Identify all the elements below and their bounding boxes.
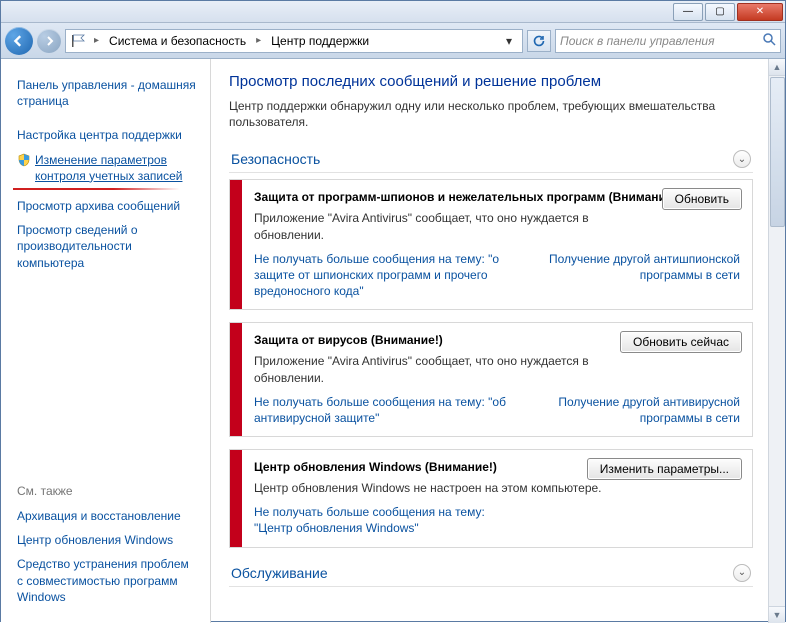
see-also-heading: См. также: [17, 484, 198, 498]
sidebar-item-label: Изменение параметров контроля учетных за…: [35, 152, 198, 184]
sidebar-link[interactable]: Просмотр архива сообщений: [13, 194, 198, 218]
page-title: Просмотр последних сообщений и решение п…: [229, 73, 753, 90]
section-label: Обслуживание: [231, 565, 328, 581]
address-bar: ▸ Система и безопасность ▸ Центр поддерж…: [1, 23, 785, 59]
refresh-icon: [532, 34, 546, 48]
scroll-up-button[interactable]: ▲: [769, 59, 785, 76]
dismiss-link[interactable]: Не получать больше сообщения на тему: "о…: [254, 251, 521, 300]
chevron-down-icon[interactable]: ⌄: [733, 150, 751, 168]
breadcrumb-item[interactable]: Система и безопасность: [105, 32, 250, 50]
alert-card: Защита от вирусов (Внимание!) Обновить с…: [229, 322, 753, 437]
alert-card: Защита от программ-шпионов и нежелательн…: [229, 179, 753, 310]
flag-icon: [70, 34, 88, 48]
breadcrumb-item[interactable]: Центр поддержки: [267, 32, 373, 50]
refresh-button[interactable]: [527, 30, 551, 52]
dismiss-link[interactable]: Не получать больше сообщения на тему: "о…: [254, 394, 521, 426]
search-placeholder: Поиск в панели управления: [560, 34, 715, 48]
close-button[interactable]: ✕: [737, 3, 783, 21]
arrow-right-icon: [44, 36, 54, 46]
scroll-down-button[interactable]: ▼: [769, 606, 785, 623]
sidebar: Панель управления - домашняя страница На…: [1, 59, 211, 623]
update-now-button[interactable]: Обновить сейчас: [620, 331, 742, 353]
severity-stripe: [230, 450, 242, 547]
sidebar-home-link[interactable]: Панель управления - домашняя страница: [13, 73, 198, 113]
content-area: Просмотр последних сообщений и решение п…: [211, 59, 785, 623]
update-button[interactable]: Обновить: [662, 188, 742, 210]
dismiss-link[interactable]: Не получать больше сообщения на тему: "Ц…: [254, 504, 521, 536]
shield-icon: [17, 153, 31, 167]
sidebar-link[interactable]: Просмотр сведений о производительности к…: [13, 218, 198, 275]
sidebar-link[interactable]: Настройка центра поддержки: [13, 123, 198, 147]
minimize-button[interactable]: —: [673, 3, 703, 21]
chevron-down-icon[interactable]: ⌄: [733, 564, 751, 582]
chevron-right-icon: ▸: [90, 35, 103, 46]
back-button[interactable]: [5, 27, 33, 55]
sidebar-link-uac[interactable]: Изменение параметров контроля учетных за…: [13, 148, 198, 188]
severity-stripe: [230, 323, 242, 436]
severity-stripe: [230, 180, 242, 309]
chevron-right-icon: ▸: [252, 35, 265, 46]
search-input[interactable]: Поиск в панели управления: [555, 29, 781, 53]
breadcrumb[interactable]: ▸ Система и безопасность ▸ Центр поддерж…: [65, 29, 523, 53]
section-label: Безопасность: [231, 151, 320, 167]
card-description: Центр обновления Windows не настроен на …: [254, 480, 740, 496]
window-titlebar: — ▢ ✕: [1, 1, 785, 23]
maximize-button[interactable]: ▢: [705, 3, 735, 21]
sidebar-seealso-link[interactable]: Центр обновления Windows: [13, 528, 198, 552]
breadcrumb-dropdown[interactable]: ▾: [500, 34, 518, 48]
alert-card: Центр обновления Windows (Внимание!) Изм…: [229, 449, 753, 548]
search-icon: [762, 32, 776, 49]
scroll-thumb[interactable]: [770, 77, 785, 227]
card-description: Приложение "Avira Antivirus" сообщает, ч…: [254, 353, 740, 385]
sidebar-seealso-link[interactable]: Архивация и восстановление: [13, 504, 198, 528]
forward-button[interactable]: [37, 29, 61, 53]
get-other-link[interactable]: Получение другой антивирусной программы …: [541, 394, 740, 426]
vertical-scrollbar[interactable]: ▲ ▼: [768, 59, 785, 623]
section-security-header[interactable]: Безопасность ⌄: [229, 146, 753, 173]
change-settings-button[interactable]: Изменить параметры...: [587, 458, 742, 480]
sidebar-seealso-link[interactable]: Средство устранения проблем с совместимо…: [13, 552, 198, 609]
get-other-link[interactable]: Получение другой антишпионской программы…: [541, 251, 740, 300]
get-other-link[interactable]: [541, 504, 740, 536]
page-intro: Центр поддержки обнаружил одну или неско…: [229, 98, 753, 130]
card-description: Приложение "Avira Antivirus" сообщает, ч…: [254, 210, 740, 242]
section-maintenance-header[interactable]: Обслуживание ⌄: [229, 560, 753, 587]
arrow-left-icon: [13, 35, 25, 47]
